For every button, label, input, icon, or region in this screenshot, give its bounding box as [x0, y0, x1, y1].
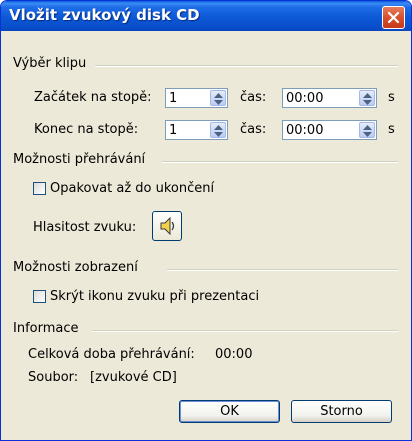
speaker-icon [160, 216, 175, 236]
loop-checkbox[interactable] [33, 182, 46, 195]
spin-down-icon [214, 132, 223, 137]
end-track-spinner[interactable]: 1 [165, 120, 228, 140]
close-button[interactable] [382, 6, 405, 29]
start-track-label: Začátek na stopě: [34, 90, 152, 105]
playback-separator [162, 161, 398, 163]
clip-separator [95, 65, 398, 67]
clip-section-label: Výběr klipu [13, 56, 87, 71]
spin-up-icon [214, 125, 223, 130]
end-track-label: Konec na stopě: [34, 122, 139, 137]
end-track-spin-arrows[interactable] [210, 122, 226, 138]
dialog-title: Vložit zvukový disk CD [9, 6, 200, 24]
total-time-label: Celková doba přehrávání: [28, 347, 195, 362]
start-time-value: 00:00 [286, 91, 324, 106]
hide-icon-checkbox[interactable] [33, 290, 46, 303]
spin-up-icon [363, 125, 372, 130]
start-time-unit: s [388, 90, 395, 105]
spin-down-icon [363, 132, 372, 137]
end-time-unit: s [388, 122, 395, 137]
close-icon [387, 11, 400, 24]
playback-section-label: Možnosti přehrávání [13, 152, 146, 167]
info-separator [92, 330, 398, 332]
total-time-value: 00:00 [215, 347, 253, 362]
cancel-button[interactable]: Storno [291, 400, 392, 423]
start-time-spinner[interactable]: 00:00 [282, 88, 377, 108]
start-time-spin-arrows[interactable] [359, 90, 375, 106]
end-time-spinner[interactable]: 00:00 [282, 120, 377, 140]
start-track-spin-arrows[interactable] [210, 90, 226, 106]
volume-label: Hlasitost zvuku: [33, 220, 137, 235]
hide-icon-checkbox-label[interactable]: Skrýt ikonu zvuku při prezentaci [50, 289, 259, 304]
end-time-spin-arrows[interactable] [359, 122, 375, 138]
display-section-label: Možnosti zobrazení [13, 260, 138, 275]
spin-up-icon [214, 93, 223, 98]
start-track-value: 1 [169, 91, 178, 106]
dialog-content: Výběr klipu Začátek na stopě: 1 čas: 00:… [4, 31, 408, 437]
ok-button[interactable]: OK [179, 400, 280, 423]
info-section-label: Informace [13, 321, 79, 336]
spin-down-icon [363, 100, 372, 105]
file-value: [zvukové CD] [90, 370, 177, 385]
display-separator [167, 269, 398, 271]
end-time-label: čas: [240, 122, 267, 137]
spin-down-icon [214, 100, 223, 105]
title-bar[interactable]: Vložit zvukový disk CD [1, 1, 411, 31]
end-track-value: 1 [169, 123, 178, 138]
volume-button[interactable] [152, 211, 182, 241]
file-label: Soubor: [28, 370, 79, 385]
loop-checkbox-label[interactable]: Opakovat až do ukončení [50, 181, 214, 196]
start-time-label: čas: [240, 90, 267, 105]
end-time-value: 00:00 [286, 123, 324, 138]
start-track-spinner[interactable]: 1 [165, 88, 228, 108]
dialog-window: Vložit zvukový disk CD Výběr klipu Začát… [0, 0, 412, 441]
spin-up-icon [363, 93, 372, 98]
